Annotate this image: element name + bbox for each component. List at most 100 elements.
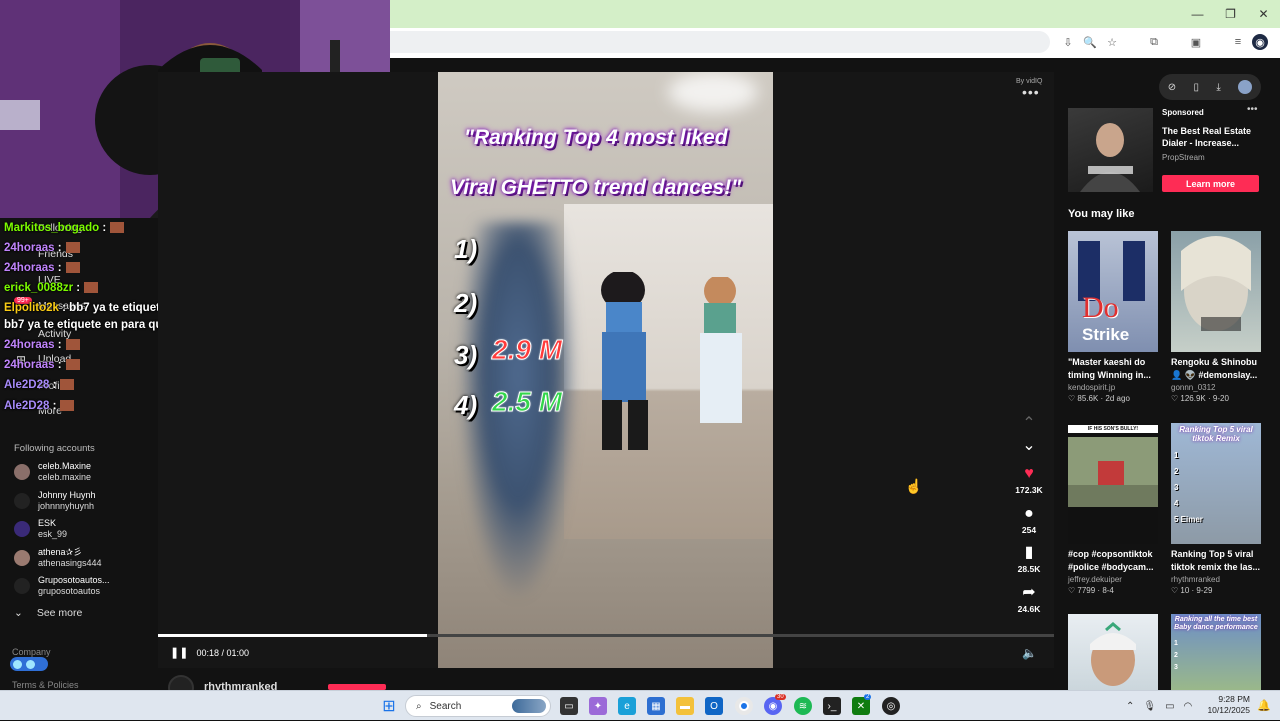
user-avatar[interactable] <box>1238 80 1253 94</box>
terminal-icon[interactable]: ›_ <box>823 697 841 715</box>
microphone-icon[interactable]: 🎙 <box>1143 701 1156 712</box>
prev-video-button[interactable]: ⌃ <box>1010 415 1048 433</box>
chat-username: Ale2D28 <box>4 379 50 391</box>
card-rank-list: 1 2 3 4 5 Eimer <box>1174 448 1203 528</box>
see-more-button[interactable]: ⌄ See more <box>14 607 82 619</box>
account-item[interactable]: celeb.Maxine celeb.maxine <box>14 459 91 485</box>
tab-search-icon[interactable]: ▣ <box>1188 34 1204 50</box>
ad-title[interactable]: The Best Real Estate Dialer - Increase..… <box>1162 125 1262 149</box>
file-explorer-icon[interactable]: ▬ <box>676 697 694 715</box>
chat-separator: : <box>73 282 81 294</box>
notification-bell-icon[interactable]: 🔔 <box>1257 699 1271 712</box>
sponsored-label: Sponsored <box>1162 108 1204 117</box>
card-rank-item: 2 <box>1174 467 1179 476</box>
install-app-icon[interactable]: ⇩ <box>1060 34 1076 50</box>
card-date: 8-4 <box>1102 586 1114 595</box>
card-thumbnail: IF HIS SON'S BULLY! <box>1068 423 1158 544</box>
media-control-icon[interactable]: ≡ <box>1230 34 1246 50</box>
edge-icon[interactable]: e <box>618 697 636 715</box>
chevron-down-icon: ⌄ <box>14 607 23 619</box>
chrome-icon[interactable] <box>735 697 753 715</box>
ad-thumbnail[interactable] <box>1068 108 1153 192</box>
profile-avatar[interactable]: ◉ <box>1252 34 1268 50</box>
card-rank-list: 1 2 3 <box>1174 638 1178 674</box>
card-rank-item: 5 Eimer <box>1174 515 1203 524</box>
search-icon: ⌕ <box>416 700 422 712</box>
bookmark-star-icon[interactable]: ☆ <box>1104 34 1120 50</box>
like-button[interactable]: ♥ 172.3K <box>1010 465 1048 495</box>
card-author: gonnn_0312 <box>1171 383 1216 392</box>
minimize-button[interactable]: — <box>1181 0 1214 28</box>
video-card[interactable]: Ranking Top 5 viral tiktok Remix 1 2 3 4… <box>1171 423 1261 595</box>
rank-1: 1) <box>454 234 478 264</box>
store-icon[interactable]: ▦ <box>647 697 665 715</box>
video-card[interactable]: Do Strike "Master kaeshi do timing Winni… <box>1068 231 1158 403</box>
pause-icon[interactable]: ❚❚ <box>170 646 188 659</box>
volume-icon[interactable]: 🔈 <box>1022 646 1037 660</box>
compass-icon[interactable]: ⊘ <box>1168 82 1176 93</box>
card-thumbnail: Ranking Top 5 viral tiktok Remix 1 2 3 4… <box>1171 423 1261 544</box>
zoom-icon[interactable]: 🔍 <box>1082 34 1098 50</box>
next-video-button[interactable]: ⌄ <box>1010 437 1048 455</box>
ad-more-button[interactable]: ••• <box>1247 104 1258 115</box>
restore-button[interactable]: ❐ <box>1214 0 1247 28</box>
save-count: 28.5K <box>1017 564 1041 574</box>
rank-2: 2) <box>454 288 478 318</box>
emote-icon <box>65 262 80 274</box>
chevron-up-icon: ⌃ <box>1022 415 1036 432</box>
terms-link[interactable]: Terms & Policies <box>12 680 79 690</box>
avatar <box>14 578 30 594</box>
taskbar-search[interactable]: ⌕ Search <box>405 695 551 717</box>
windows-start-icon[interactable]: ⊞ <box>380 697 398 715</box>
task-view-icon[interactable]: ▭ <box>560 697 578 715</box>
overlay-title-line1: "Ranking Top 4 most liked <box>464 126 728 149</box>
account-item[interactable]: athena✰彡 athenasings444 <box>14 545 102 571</box>
video-more-button[interactable]: ••• <box>1022 84 1040 100</box>
account-item[interactable]: Grupos​otoautos... gruposotoautos <box>14 573 110 599</box>
rank-3: 3) <box>454 340 478 370</box>
spotify-icon[interactable]: ≋ <box>794 697 812 715</box>
video-card[interactable] <box>1068 614 1158 690</box>
learn-more-button[interactable]: Learn more <box>1162 175 1259 192</box>
chat-message: Ale2D28 : <box>4 379 75 391</box>
account-item[interactable]: ESK esk_99 <box>14 516 67 542</box>
chat-separator: : <box>54 262 62 274</box>
video-card[interactable]: Ranking all the time best Baby dance per… <box>1171 614 1261 690</box>
video-player[interactable]: "Ranking Top 4 most liked Viral GHETTO t… <box>438 72 773 668</box>
obs-icon[interactable]: ◎ <box>882 697 900 715</box>
voice-widget[interactable] <box>10 657 48 671</box>
avatar <box>14 493 30 509</box>
copilot-icon[interactable]: ✦ <box>589 697 607 715</box>
video-card[interactable]: IF HIS SON'S BULLY! #cop #copsontiktok #… <box>1068 423 1158 595</box>
video-card[interactable]: Rengoku & Shinobu 👤 👽 #demonslay... gonn… <box>1171 231 1261 403</box>
avatar <box>14 464 30 480</box>
system-tray: ⌃ 🎙 ▭ ◠ <box>1126 691 1192 721</box>
close-button[interactable]: ✕ <box>1247 0 1280 28</box>
browser-menu-icon[interactable]: ⋮ <box>1274 34 1280 50</box>
download-icon[interactable]: ⤓ <box>1216 82 1220 93</box>
save-button[interactable]: ▮ 28.5K <box>1010 544 1048 574</box>
share-button[interactable]: ➦ 24.6K <box>1010 584 1048 614</box>
chevron-up-icon[interactable]: ⌃ <box>1126 701 1134 712</box>
address-bar[interactable] <box>390 31 1050 53</box>
card-thumb-text: IF HIS SON'S BULLY! <box>1068 425 1158 433</box>
account-handle: esk_99 <box>38 529 68 539</box>
wifi-icon[interactable]: ◠ <box>1184 701 1193 712</box>
comment-button[interactable]: ● 254 <box>1010 505 1048 535</box>
browser-chrome: — ❐ ✕ ⇩ 🔍 ☆ ⧉ ▣ ≡ ◉ ⋮ <box>390 0 1280 58</box>
card-thumbnail: Do Strike <box>1068 231 1158 352</box>
phone-icon[interactable]: ▯ <box>1194 82 1200 93</box>
taskbar-clock[interactable]: 9:28 PM 10/12/2025 <box>1206 694 1250 716</box>
card-thumbnail: Ranking all the time best Baby dance per… <box>1171 614 1261 690</box>
account-item[interactable]: Johnny Huynh johnnnyhuynh <box>14 488 96 514</box>
company-link[interactable]: Company <box>12 647 51 657</box>
overlay-title-line2: Viral GHETTO trend dances!" <box>450 176 742 199</box>
extensions-icon[interactable]: ⧉ <box>1146 34 1162 50</box>
card-image <box>1181 236 1251 331</box>
mouse-cursor-icon: ☝ <box>905 478 923 494</box>
display-icon[interactable]: ▭ <box>1165 701 1174 712</box>
avatar <box>14 521 30 537</box>
chat-separator: : <box>54 242 62 254</box>
outlook-icon[interactable]: O <box>705 697 723 715</box>
video-progress-bar[interactable] <box>158 634 1054 637</box>
